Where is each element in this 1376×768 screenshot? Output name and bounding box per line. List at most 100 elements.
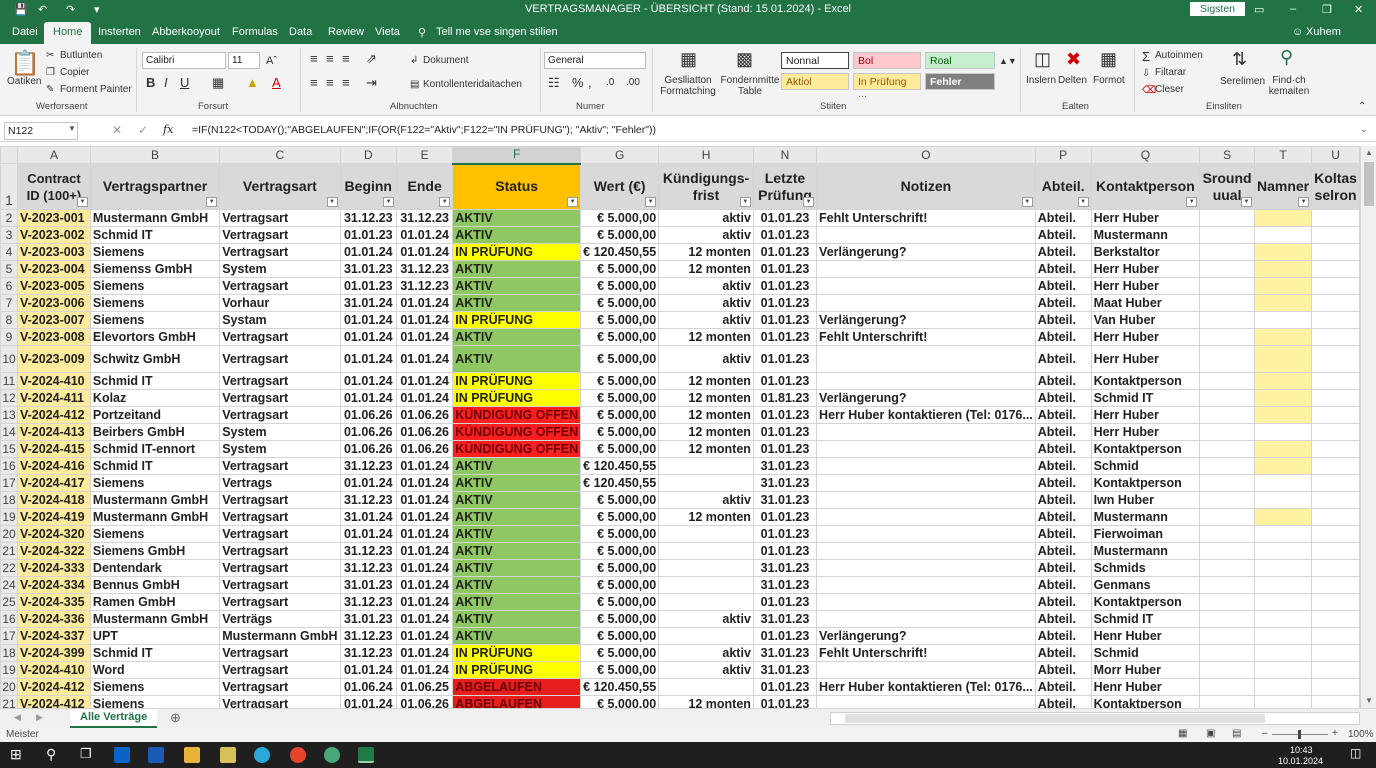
value-cell[interactable]: € 5.000,00 — [580, 644, 660, 662]
contact-cell[interactable]: Genmans — [1090, 576, 1201, 594]
notes-cell[interactable] — [816, 508, 1036, 526]
empty-cell[interactable] — [1199, 243, 1255, 261]
empty-cell[interactable] — [1199, 491, 1255, 509]
chrome-icon[interactable] — [290, 747, 306, 763]
status-cell[interactable]: AKTIV — [452, 209, 582, 227]
contact-cell[interactable]: Fierwoiman — [1090, 525, 1201, 543]
end-cell[interactable]: 01.01.24 — [396, 627, 454, 645]
format-as-table-button[interactable]: Fondernmitte Table — [720, 75, 780, 97]
comma-icon[interactable]: , — [588, 76, 592, 90]
notice-period-cell[interactable] — [658, 627, 754, 645]
notes-cell[interactable]: Verlängerung? — [816, 389, 1036, 407]
name-cell[interactable] — [1253, 423, 1313, 441]
status-cell[interactable]: AKTIV — [452, 294, 582, 312]
name-cell[interactable] — [1253, 491, 1313, 509]
last-review-cell[interactable]: 01.01.23 — [752, 294, 818, 312]
begin-cell[interactable]: 01.01.24 — [339, 311, 398, 329]
tab-datei[interactable]: Datei — [12, 26, 38, 38]
align-left-icon[interactable]: ≡ — [310, 76, 318, 90]
row-number[interactable]: 10 — [0, 345, 18, 373]
begin-cell[interactable]: 01.01.23 — [339, 226, 398, 244]
begin-cell[interactable]: 31.12.23 — [339, 593, 398, 611]
partner-cell[interactable]: Bennus GmbH — [89, 576, 221, 594]
empty-cell[interactable] — [1199, 328, 1255, 346]
status-cell[interactable]: IN PRÜFUNG — [452, 311, 582, 329]
style-aktiv[interactable]: Aktiol — [781, 73, 849, 90]
column-header[interactable]: O — [816, 146, 1036, 164]
scroll-thumb[interactable] — [1364, 162, 1374, 206]
contract-type-cell[interactable]: Vertragsart — [219, 345, 341, 373]
begin-cell[interactable]: 31.12.23 — [339, 627, 398, 645]
indent-icon[interactable]: ⇥ — [366, 76, 377, 90]
filter-dropdown-icon[interactable]: ▼ — [76, 197, 88, 207]
collapse-ribbon-icon[interactable]: ⌃ — [1358, 100, 1366, 114]
row-number[interactable]: 18 — [0, 644, 18, 662]
style-in-pruefung[interactable]: In Prüfung ... — [853, 73, 921, 100]
grow-font-icon[interactable]: Aˆ — [266, 54, 277, 68]
filter-dropdown-icon[interactable]: ▼ — [1077, 197, 1089, 207]
department-cell[interactable]: Abteil. — [1034, 576, 1092, 594]
last-review-cell[interactable]: 01.01.23 — [752, 311, 818, 329]
last-review-cell[interactable]: 01.01.23 — [752, 260, 818, 278]
id-cell[interactable]: V-2024-412 — [16, 678, 91, 696]
id-cell[interactable]: V-2024-417 — [16, 474, 91, 492]
filter-dropdown-icon[interactable]: ▼ — [567, 197, 579, 207]
contact-cell[interactable]: Mustermann — [1090, 226, 1201, 244]
last-review-cell[interactable]: 31.01.23 — [752, 457, 818, 475]
department-cell[interactable]: Abteil. — [1034, 644, 1092, 662]
department-cell[interactable]: Abteil. — [1034, 440, 1092, 458]
notes-cell[interactable] — [816, 610, 1036, 628]
row-number[interactable]: 21 — [0, 542, 18, 560]
filter-dropdown-icon[interactable]: ▼ — [645, 197, 657, 207]
begin-cell[interactable]: 31.01.23 — [339, 610, 398, 628]
column-header[interactable]: S — [1199, 146, 1255, 164]
department-cell[interactable]: Abteil. — [1034, 610, 1092, 628]
empty-cell[interactable] — [1311, 389, 1360, 407]
contact-cell[interactable]: Herr Huber — [1090, 423, 1201, 441]
begin-cell[interactable]: 31.01.24 — [339, 294, 398, 312]
id-cell[interactable]: V-2023-001 — [16, 209, 91, 227]
contact-cell[interactable]: Henr Huber — [1090, 627, 1201, 645]
contract-type-cell[interactable]: Vertragsart — [219, 593, 341, 611]
name-cell[interactable] — [1253, 474, 1313, 492]
value-cell[interactable]: € 5.000,00 — [580, 508, 660, 526]
begin-cell[interactable]: 31.01.24 — [339, 508, 398, 526]
enter-icon[interactable]: ✓ — [138, 123, 148, 137]
status-cell[interactable]: AKTIV — [452, 474, 582, 492]
department-cell[interactable]: Abteil. — [1034, 277, 1092, 295]
expand-formula-icon[interactable]: ⌄ — [1360, 124, 1368, 135]
end-cell[interactable]: 01.01.24 — [396, 457, 454, 475]
zoom-level[interactable]: 100% — [1348, 729, 1374, 740]
contract-type-cell[interactable]: Vertragsart — [219, 644, 341, 662]
row-number[interactable]: 17 — [0, 627, 18, 645]
row-number[interactable]: 5 — [0, 260, 18, 278]
zoom-out-icon[interactable]: – — [1262, 728, 1268, 739]
notice-period-cell[interactable]: aktiv — [658, 294, 754, 312]
contact-cell[interactable]: Morr Huber — [1090, 661, 1201, 679]
row-number[interactable]: 6 — [0, 277, 18, 295]
begin-cell[interactable]: 31.12.23 — [339, 559, 398, 577]
department-cell[interactable]: Abteil. — [1034, 661, 1092, 679]
status-cell[interactable]: AKTIV — [452, 576, 582, 594]
column-header[interactable]: N — [752, 146, 818, 164]
contract-type-cell[interactable]: System — [219, 260, 341, 278]
contract-type-cell[interactable]: Vertragsart — [219, 542, 341, 560]
filter-dropdown-icon[interactable]: ▼ — [1186, 197, 1198, 207]
wrap-text-button[interactable]: Dokument — [423, 55, 469, 66]
contract-type-cell[interactable]: Vertragsart — [219, 661, 341, 679]
column-header[interactable]: T — [1253, 146, 1313, 164]
outlook-icon[interactable] — [114, 747, 130, 763]
notice-period-cell[interactable]: 12 monten — [658, 389, 754, 407]
last-review-cell[interactable]: 01.01.23 — [752, 542, 818, 560]
empty-cell[interactable] — [1311, 576, 1360, 594]
name-box[interactable]: N122 — [4, 122, 78, 140]
paste-button[interactable]: Oatiken — [7, 76, 41, 87]
task-view-icon[interactable]: ❐ — [80, 746, 92, 762]
empty-cell[interactable] — [1199, 610, 1255, 628]
header-cell[interactable]: Beginn ▼ — [339, 163, 398, 210]
header-cell[interactable]: Koltas selron — [1311, 163, 1360, 210]
column-header[interactable]: U — [1311, 146, 1360, 164]
empty-cell[interactable] — [1199, 423, 1255, 441]
style-fehler[interactable]: Fehler — [925, 73, 995, 90]
notes-cell[interactable] — [816, 372, 1036, 390]
